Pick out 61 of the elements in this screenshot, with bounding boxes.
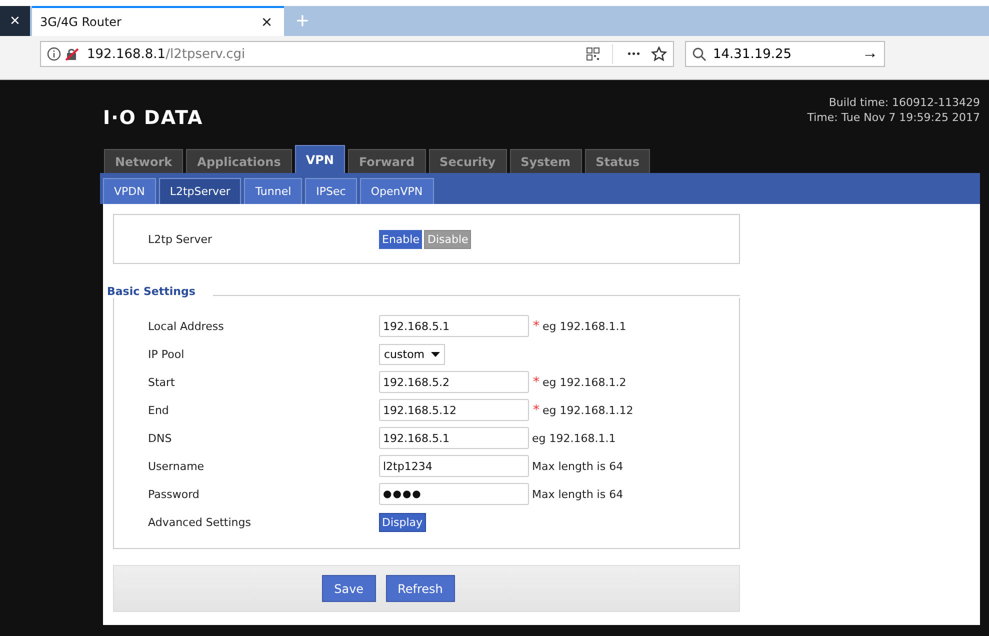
hint-text: eg 192.168.1.2 — [542, 376, 626, 388]
input-field[interactable]: ●●●● — [379, 483, 529, 505]
search-text: 14.31.19.25 — [713, 46, 793, 62]
dropdown[interactable]: custom — [379, 344, 445, 364]
nav-tab[interactable]: Security — [428, 149, 507, 173]
caret-icon — [431, 352, 440, 356]
tab-close-button[interactable]: × — [257, 12, 276, 32]
nav-tab[interactable]: Status — [584, 149, 650, 173]
nav-tab[interactable]: Network — [104, 149, 184, 173]
close-button[interactable]: × — [0, 6, 30, 36]
hint-text: Max length is 64 — [532, 460, 624, 472]
url-text: 192.168.8.1/l2tpserv.cgi — [87, 46, 246, 62]
required-mark: * — [533, 402, 540, 418]
search-icon — [692, 46, 707, 62]
action-button[interactable]: Refresh — [386, 575, 455, 602]
sub-tab[interactable]: OpenVPN — [360, 178, 434, 204]
sub-tab[interactable]: L2tpServer — [158, 178, 242, 204]
nav-tab[interactable]: System — [510, 149, 582, 173]
info-icon[interactable] — [47, 47, 61, 61]
field-label: L2tp Server — [148, 232, 213, 246]
required-mark: * — [533, 374, 540, 390]
address-bar[interactable]: 192.168.8.1/l2tpserv.cgi ••• — [40, 41, 674, 67]
star-icon[interactable] — [651, 46, 667, 62]
input-field[interactable]: 192.168.5.2 — [379, 371, 529, 393]
hint-text: Max length is 64 — [532, 488, 624, 500]
field-label: End — [148, 404, 170, 416]
build-time: Build time: 160912-113429 — [828, 95, 980, 110]
action-button[interactable]: Save — [322, 575, 376, 602]
qr-code-icon[interactable] — [586, 47, 600, 61]
search-field[interactable]: 14.31.19.25 → — [685, 41, 885, 67]
field-label: Local Address — [148, 320, 225, 332]
section-title: Basic Settings — [107, 284, 196, 298]
field-label: DNS — [148, 432, 173, 444]
field-label: Start — [148, 376, 176, 388]
nav-tab[interactable]: Applications — [186, 149, 292, 173]
hint-text: eg 192.168.1.12 — [542, 404, 634, 416]
input-field[interactable]: 192.168.5.12 — [379, 399, 529, 421]
nav-tab[interactable]: VPN — [294, 145, 345, 173]
logo: I·O DATA — [103, 107, 204, 129]
browser-tab[interactable]: 3G/4G Router × — [32, 6, 284, 36]
hint-text: eg 192.168.1.1 — [532, 432, 616, 444]
input-field[interactable]: l2tp1234 — [379, 455, 529, 477]
more-button[interactable]: ••• — [621, 48, 647, 60]
current-time: Time: Tue Nov 7 19:59:25 2017 — [807, 110, 980, 125]
input-field[interactable]: 192.168.5.1 — [379, 315, 529, 337]
insecure-lock-icon — [65, 47, 79, 61]
field-label: IP Pool — [148, 348, 186, 360]
required-mark: * — [533, 318, 540, 334]
nav-tab[interactable]: Forward — [348, 149, 426, 173]
sub-tab[interactable]: VPDN — [103, 178, 156, 204]
go-button[interactable]: → — [862, 45, 878, 63]
toggle-button[interactable]: Enable — [379, 230, 422, 248]
field-label: Password — [148, 488, 200, 500]
tab-title: 3G/4G Router — [40, 15, 122, 29]
sub-tab[interactable]: Tunnel — [244, 178, 302, 204]
field-label: Advanced Settings — [148, 516, 252, 528]
input-field[interactable]: 192.168.5.1 — [379, 427, 529, 449]
field-label: Username — [148, 460, 206, 472]
display-button[interactable]: Display — [379, 512, 426, 532]
hint-text: eg 192.168.1.1 — [542, 320, 626, 332]
sub-tab[interactable]: IPSec — [305, 178, 357, 204]
